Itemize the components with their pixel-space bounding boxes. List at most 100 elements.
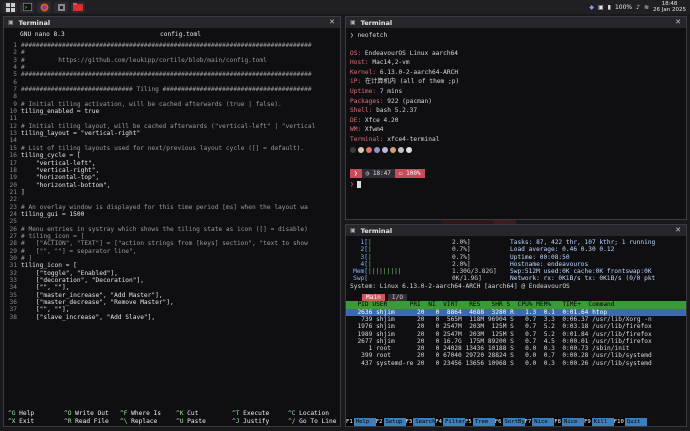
terminal-icon: ▣ [8, 19, 14, 26]
meter-label: Swp[ [353, 275, 368, 283]
tray-app-icon[interactable]: ◆ [589, 4, 594, 11]
close-icon[interactable]: ✕ [675, 226, 681, 234]
fkey-number: F2 [375, 418, 384, 426]
files-launcher-icon[interactable] [71, 1, 85, 13]
htop-terminal-window[interactable]: ▣ Terminal ✕ 1[| 2.0%] 2[| 0.7%] 3[| 0.7%] 4[| 2.… [345, 224, 687, 427]
process-table[interactable]: 2636 shjim 20 0 8864 4688 3280 R 1.3 0.1… [346, 308, 686, 367]
process-table-header[interactable]: PID USER PRI NI VIRT RES SHR S CPU% MEM%… [346, 301, 686, 309]
firefox-launcher-icon[interactable] [37, 1, 51, 13]
fkey-help[interactable]: F1 Help [346, 418, 376, 426]
fkey-number: F5 [465, 418, 473, 426]
shortcut-label: Justify [239, 417, 270, 425]
editor-line: 6 [4, 79, 340, 86]
shortcut-label: Location [295, 410, 329, 418]
terminal-launcher-icon[interactable]: > [20, 1, 34, 13]
system-info: OS: EndeavourOS Linux aarch64 Host: Mac14… [346, 49, 686, 145]
editor-line: 16 tiling_cycle = [ [4, 152, 340, 159]
process-row[interactable]: 739 shjim 20 0 565M 118M 96904 S 0.7 3.3… [346, 316, 686, 323]
fkey-quit[interactable]: F10 Quit [613, 418, 647, 426]
line-number: 13 [9, 130, 17, 138]
process-row[interactable]: 1976 shjim 20 0 2547M 203M 125M S 0.7 5.… [346, 323, 686, 330]
process-row[interactable]: 1 root 20 0 24028 13436 10188 S 0.0 0.3 … [346, 345, 686, 352]
shortcut-item[interactable]: ^U Paste [176, 418, 232, 425]
info-line: Host: Mac14,2-vm [346, 58, 686, 68]
editor-buffer[interactable]: 1 #######################################… [4, 42, 340, 321]
neofetch-terminal-window[interactable]: ▣ Terminal ✕ ❯ neofetch OS: EndeavourOS Li… [345, 16, 687, 220]
cursor-line[interactable]: ❯ [346, 180, 686, 190]
fkey-nice[interactable]: F7Nice - [524, 418, 555, 426]
htop-window-titlebar[interactable]: ▣ Terminal ✕ [346, 225, 686, 236]
line-text: ########################################… [21, 71, 312, 79]
info-value: bash 5.2.37 [376, 107, 418, 115]
settings-launcher-icon[interactable] [54, 1, 68, 13]
line-number: 8 [13, 93, 17, 101]
shortcut-item[interactable]: ^J Justify [232, 418, 288, 425]
shortcut-item[interactable]: ^\ Replace [120, 418, 176, 425]
fkey-number: F4 [435, 418, 443, 426]
editor-line: 11 [4, 115, 340, 122]
nano-terminal-window[interactable]: ▣ Terminal ✕ GNU nano 8.3 config.toml 1 ####… [3, 16, 341, 427]
line-number: 25 [9, 218, 17, 226]
fkey-kill[interactable]: F9 Kill [584, 418, 614, 426]
editor-line: 8 [4, 93, 340, 100]
summary-line: Load average: 0.46 0.30 0.12 [510, 246, 615, 254]
process-row[interactable]: 399 root 20 0 67040 29720 28824 S 0.0 0.… [346, 352, 686, 359]
shortcut-item[interactable]: ^K Cut [176, 410, 232, 417]
fkey-filter[interactable]: F4 Filter [435, 418, 465, 426]
battery-percent: 100% [614, 3, 633, 11]
line-text: "horizontal-bottom", [21, 181, 111, 189]
line-number: 16 [9, 152, 17, 160]
network-icon[interactable]: ≋ [644, 4, 649, 11]
clock[interactable]: 18:48 26 Jan 2025 [653, 1, 686, 13]
tray-window-icon[interactable]: ▣ [598, 4, 604, 11]
process-row[interactable]: 2677 shjim 20 0 16.7G 175M 89200 S 0.7 4… [346, 338, 686, 345]
editor-line: 35 ["master_increase", "Add Master"], [4, 292, 340, 299]
shortcut-item[interactable]: ^C Location [288, 410, 340, 417]
process-row[interactable]: 437 systemd-re 20 0 23456 13656 10968 S … [346, 360, 686, 367]
neofetch-window-titlebar[interactable]: ▣ Terminal ✕ [346, 17, 686, 28]
fkey-number: F7 [524, 418, 533, 426]
line-number: 24 [9, 210, 17, 218]
process-row[interactable]: 2636 shjim 20 0 8864 4688 3280 R 1.3 0.1… [346, 308, 686, 316]
editor-line: 37 ["", ""], [4, 306, 340, 313]
shortcut-item[interactable]: ^/ Go To Line [288, 418, 340, 425]
color-swatch [382, 146, 388, 153]
line-number: 20 [9, 181, 17, 189]
fkey-setup[interactable]: F2 Setup [375, 418, 406, 426]
battery-icon[interactable]: ▮ [608, 4, 611, 11]
shortcut-label: Help [15, 410, 35, 418]
fkey-number: F8 [554, 418, 562, 426]
shortcut-item[interactable]: ^O Write Out [64, 410, 120, 417]
info-value: 6.13.0-2-aarch64-ARCH [379, 68, 459, 76]
shortcut-row: ^G Help ^O Write Out ^F Where Is ^K Cut ^T E… [8, 410, 340, 417]
nano-filename: config.toml [160, 31, 201, 38]
tab-main[interactable]: Main [362, 294, 385, 302]
shortcut-item[interactable]: ^T Execute [232, 410, 288, 417]
nano-window-titlebar[interactable]: ▣ Terminal ✕ [4, 17, 340, 28]
editor-line: 21] [4, 189, 340, 196]
line-number: 3 [13, 56, 17, 64]
shortcut-item[interactable]: ^G Help [8, 410, 64, 417]
line-text: "horizontal-top", [21, 174, 100, 182]
volume-icon[interactable]: ♪ [636, 4, 640, 11]
fkey-search[interactable]: F3 Search [405, 418, 435, 426]
apps-menu-icon[interactable] [3, 1, 17, 13]
shortcut-label: Replace [127, 417, 158, 425]
tab-io[interactable]: I/O [387, 294, 408, 302]
fkey-tree[interactable]: F5 Tree [465, 418, 495, 426]
shortcut-item[interactable]: ^R Read File [64, 418, 120, 425]
process-row[interactable]: 1989 shjim 20 0 2547M 203M 125M S 0.7 5.… [346, 331, 686, 338]
editor-line: 4 # [4, 64, 340, 71]
close-icon[interactable]: ✕ [329, 18, 335, 26]
shortcut-item[interactable]: ^F Where Is [120, 410, 176, 417]
prompt-os-icon: ❯ [350, 168, 362, 178]
fkey-sortby[interactable]: F6 SortBy [494, 418, 525, 426]
editor-line: 26 # Menu entries in systray which shows … [4, 226, 340, 233]
line-number: 1 [13, 42, 17, 49]
shortcut-item[interactable]: ^X Exit [8, 418, 64, 425]
fkey-nice[interactable]: F8Nice + [554, 418, 584, 426]
close-icon[interactable]: ✕ [675, 18, 681, 26]
meter-bar: | [368, 239, 372, 246]
line-number: 22 [9, 196, 17, 204]
window-title: Terminal [360, 18, 393, 27]
